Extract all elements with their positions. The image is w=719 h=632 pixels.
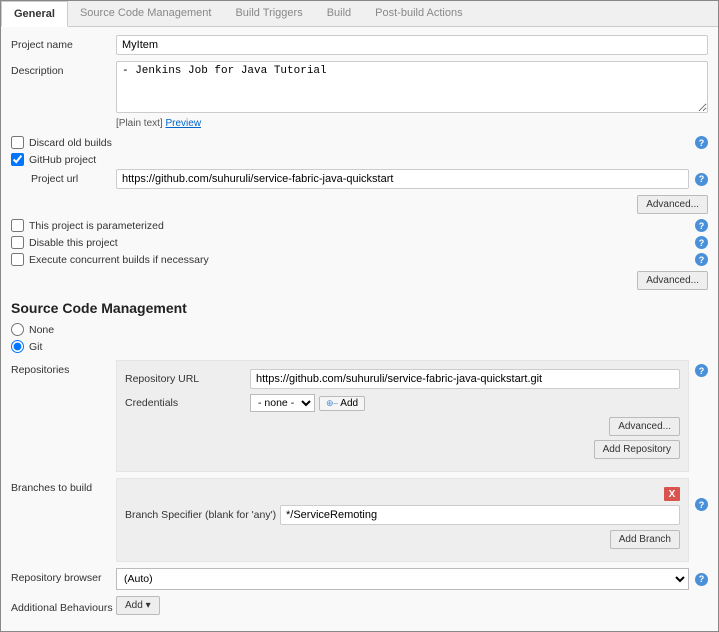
disable-project-label: Disable this project [29, 237, 695, 249]
branch-specifier-label: Branch Specifier (blank for 'any') [125, 509, 280, 521]
advanced-button[interactable]: Advanced... [637, 195, 708, 214]
project-name-input[interactable] [116, 35, 708, 55]
help-icon[interactable]: ? [695, 253, 708, 266]
disable-project-checkbox[interactable] [11, 236, 24, 249]
github-project-checkbox[interactable] [11, 153, 24, 166]
project-url-label: Project url [31, 169, 116, 185]
github-project-label: GitHub project [29, 154, 708, 166]
tab-build[interactable]: Build [315, 1, 363, 26]
delete-branch-button[interactable]: X [664, 487, 680, 501]
credentials-select[interactable]: - none - [250, 394, 315, 412]
preview-link[interactable]: Preview [165, 118, 201, 129]
project-name-label: Project name [11, 35, 116, 51]
scm-heading: Source Code Management [11, 300, 708, 316]
parameterized-checkbox[interactable] [11, 219, 24, 232]
help-icon[interactable]: ? [695, 219, 708, 232]
scm-git-label: Git [29, 341, 708, 353]
description-textarea[interactable] [116, 61, 708, 113]
help-icon[interactable]: ? [695, 236, 708, 249]
add-repository-button[interactable]: Add Repository [594, 440, 680, 459]
additional-behaviours-label: Additional Behaviours [11, 598, 116, 614]
add-credentials-button[interactable]: ⊕⎯ Add [319, 396, 365, 411]
help-icon[interactable]: ? [695, 173, 708, 186]
credentials-label: Credentials [125, 397, 250, 409]
concurrent-builds-checkbox[interactable] [11, 253, 24, 266]
tab-general[interactable]: General [1, 1, 68, 27]
scm-none-label: None [29, 324, 708, 336]
scm-git-radio[interactable] [11, 340, 24, 353]
description-label: Description [11, 61, 116, 77]
help-icon[interactable]: ? [695, 136, 708, 149]
discard-old-builds-checkbox[interactable] [11, 136, 24, 149]
parameterized-label: This project is parameterized [29, 220, 695, 232]
plain-text-label: [Plain text] [116, 118, 163, 129]
branches-label: Branches to build [11, 478, 116, 494]
help-icon[interactable]: ? [695, 364, 708, 377]
help-icon[interactable]: ? [695, 498, 708, 511]
repository-url-label: Repository URL [125, 373, 250, 385]
scm-none-radio[interactable] [11, 323, 24, 336]
tab-postbuild[interactable]: Post-build Actions [363, 1, 474, 26]
tab-build-triggers[interactable]: Build Triggers [223, 1, 314, 26]
tab-scm[interactable]: Source Code Management [68, 1, 223, 26]
repo-advanced-button[interactable]: Advanced... [609, 417, 680, 436]
repository-url-input[interactable] [250, 369, 680, 389]
repository-browser-label: Repository browser [11, 568, 116, 584]
config-tabs: General Source Code Management Build Tri… [1, 1, 718, 27]
help-icon[interactable]: ? [695, 573, 708, 586]
repositories-label: Repositories [11, 360, 116, 376]
add-behaviour-dropdown[interactable]: Add ▾ [116, 596, 160, 615]
add-branch-button[interactable]: Add Branch [610, 530, 680, 549]
advanced-button[interactable]: Advanced... [637, 271, 708, 290]
branch-specifier-input[interactable] [280, 505, 680, 525]
repository-browser-select[interactable]: (Auto) [116, 568, 689, 590]
concurrent-builds-label: Execute concurrent builds if necessary [29, 254, 695, 266]
discard-old-builds-label: Discard old builds [29, 137, 695, 149]
project-url-input[interactable] [116, 169, 689, 189]
